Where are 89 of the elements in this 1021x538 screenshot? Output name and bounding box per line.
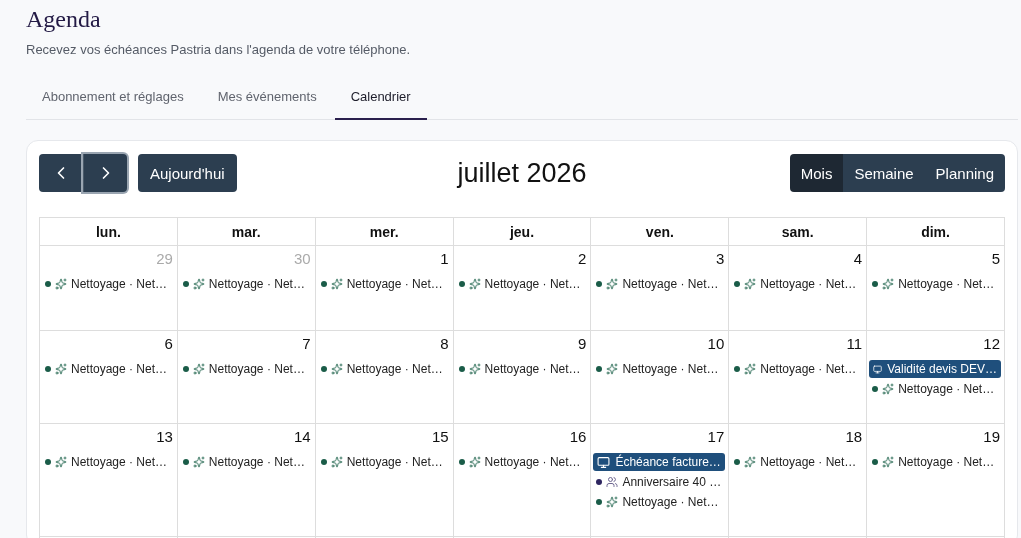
day-number: 3 <box>715 250 726 267</box>
day-number: 6 <box>164 335 174 352</box>
sparkles-icon <box>192 456 205 468</box>
sparkles-icon <box>882 278 895 290</box>
event-title[interactable]: Nettoyage · Net… <box>484 455 581 469</box>
sparkles-icon <box>468 456 481 468</box>
event-title[interactable]: Nettoyage · Net… <box>622 495 719 509</box>
sparkles-icon <box>744 363 757 375</box>
monitor-icon <box>597 455 611 469</box>
day-number: 15 <box>431 428 450 445</box>
tab[interactable]: Mes événements <box>201 81 333 120</box>
day-number: 5 <box>991 250 1001 267</box>
sparkles-icon <box>55 363 67 375</box>
sparkles-icon <box>882 383 895 395</box>
event-title[interactable]: Nettoyage · Net… <box>484 277 581 291</box>
day-number: 30 <box>294 250 312 267</box>
event-title[interactable]: Nettoyage · Net… <box>622 362 719 376</box>
event-chip[interactable]: Validité devis DEV… <box>869 360 1001 378</box>
event-title[interactable]: Nettoyage · Net… <box>346 455 443 469</box>
event-title[interactable]: Nettoyage · Net… <box>898 382 995 396</box>
sparkles-icon <box>192 278 205 290</box>
day-number: 18 <box>845 428 864 445</box>
day-number: 17 <box>707 428 726 445</box>
day-number: 4 <box>853 250 864 267</box>
event-title[interactable]: Nettoyage · Net… <box>760 362 857 376</box>
day-number: 10 <box>707 335 726 352</box>
weekday-header: mar. <box>231 223 261 240</box>
sparkles-icon <box>606 496 619 508</box>
event-title[interactable]: Nettoyage · Net… <box>484 362 581 376</box>
event-title[interactable]: Nettoyage · Net… <box>622 277 719 291</box>
event-title[interactable]: Nettoyage · Net… <box>760 277 857 291</box>
page-title: Agenda <box>26 5 102 34</box>
day-number: 29 <box>156 250 174 267</box>
view-button[interactable]: Semaine <box>843 154 925 192</box>
event-title[interactable]: Nettoyage · Net… <box>71 362 168 376</box>
event-chip[interactable]: Échéance facture… <box>593 453 726 471</box>
event-title: Échéance facture… <box>615 455 721 469</box>
page-subtitle: Recevez vos échéances Pastria dans l'agenda de votre téléphone. <box>26 42 412 57</box>
weekday-header: jeu. <box>509 223 535 240</box>
people-icon <box>606 476 619 488</box>
day-number: 13 <box>156 428 174 445</box>
event-title[interactable]: Nettoyage · Net… <box>898 277 995 291</box>
event-title[interactable]: Nettoyage · Net… <box>71 455 168 469</box>
sparkles-icon <box>55 456 67 468</box>
event-title[interactable]: Nettoyage · Net… <box>898 455 995 469</box>
day-number: 19 <box>983 428 1001 445</box>
day-number: 9 <box>578 335 588 352</box>
monitor-icon <box>873 362 883 376</box>
tab[interactable]: Calendrier <box>334 81 427 120</box>
sparkles-icon <box>330 363 343 375</box>
event-title[interactable]: Nettoyage · Net… <box>208 455 305 469</box>
sparkles-icon <box>744 456 757 468</box>
sparkles-icon <box>606 363 619 375</box>
weekday-header: dim. <box>921 223 950 240</box>
day-number: 8 <box>440 335 450 352</box>
view-button[interactable]: Mois <box>789 154 844 192</box>
previous-button[interactable] <box>39 154 83 192</box>
day-number: 7 <box>302 335 312 352</box>
event-title: Validité devis DEV… <box>887 362 997 376</box>
weekday-header: lun. <box>95 223 121 240</box>
weekday-header: sam. <box>781 223 814 240</box>
sparkles-icon <box>882 456 895 468</box>
sparkles-icon <box>468 278 481 290</box>
sparkles-icon <box>468 363 481 375</box>
day-number: 11 <box>846 335 864 352</box>
weekday-header: mer. <box>369 223 399 240</box>
event-title[interactable]: Nettoyage · Net… <box>208 362 305 376</box>
day-number: 12 <box>983 335 1001 352</box>
event-title[interactable]: Nettoyage · Net… <box>208 277 305 291</box>
event-title[interactable]: Nettoyage · Net… <box>346 277 443 291</box>
event-title[interactable]: Anniversaire 40 … <box>622 475 722 489</box>
day-number: 16 <box>569 428 588 445</box>
weekday-header: ven. <box>645 223 674 240</box>
event-title[interactable]: Nettoyage · Net… <box>71 277 168 291</box>
day-number: 2 <box>578 250 588 267</box>
event-title[interactable]: Nettoyage · Net… <box>760 455 857 469</box>
sparkles-icon <box>330 456 343 468</box>
tab[interactable]: Abonnement et réglages <box>26 81 200 120</box>
sparkles-icon <box>744 278 757 290</box>
day-number: 14 <box>294 428 312 445</box>
sparkles-icon <box>192 363 205 375</box>
view-button[interactable]: Planning <box>924 154 1005 192</box>
event-title[interactable]: Nettoyage · Net… <box>346 362 443 376</box>
today-button[interactable]: Aujourd'hui <box>138 154 237 192</box>
sparkles-icon <box>330 278 343 290</box>
month-title: juillet 2026 <box>457 157 587 189</box>
sparkles-icon <box>606 278 619 290</box>
sparkles-icon <box>55 278 67 290</box>
day-number: 1 <box>440 250 450 267</box>
